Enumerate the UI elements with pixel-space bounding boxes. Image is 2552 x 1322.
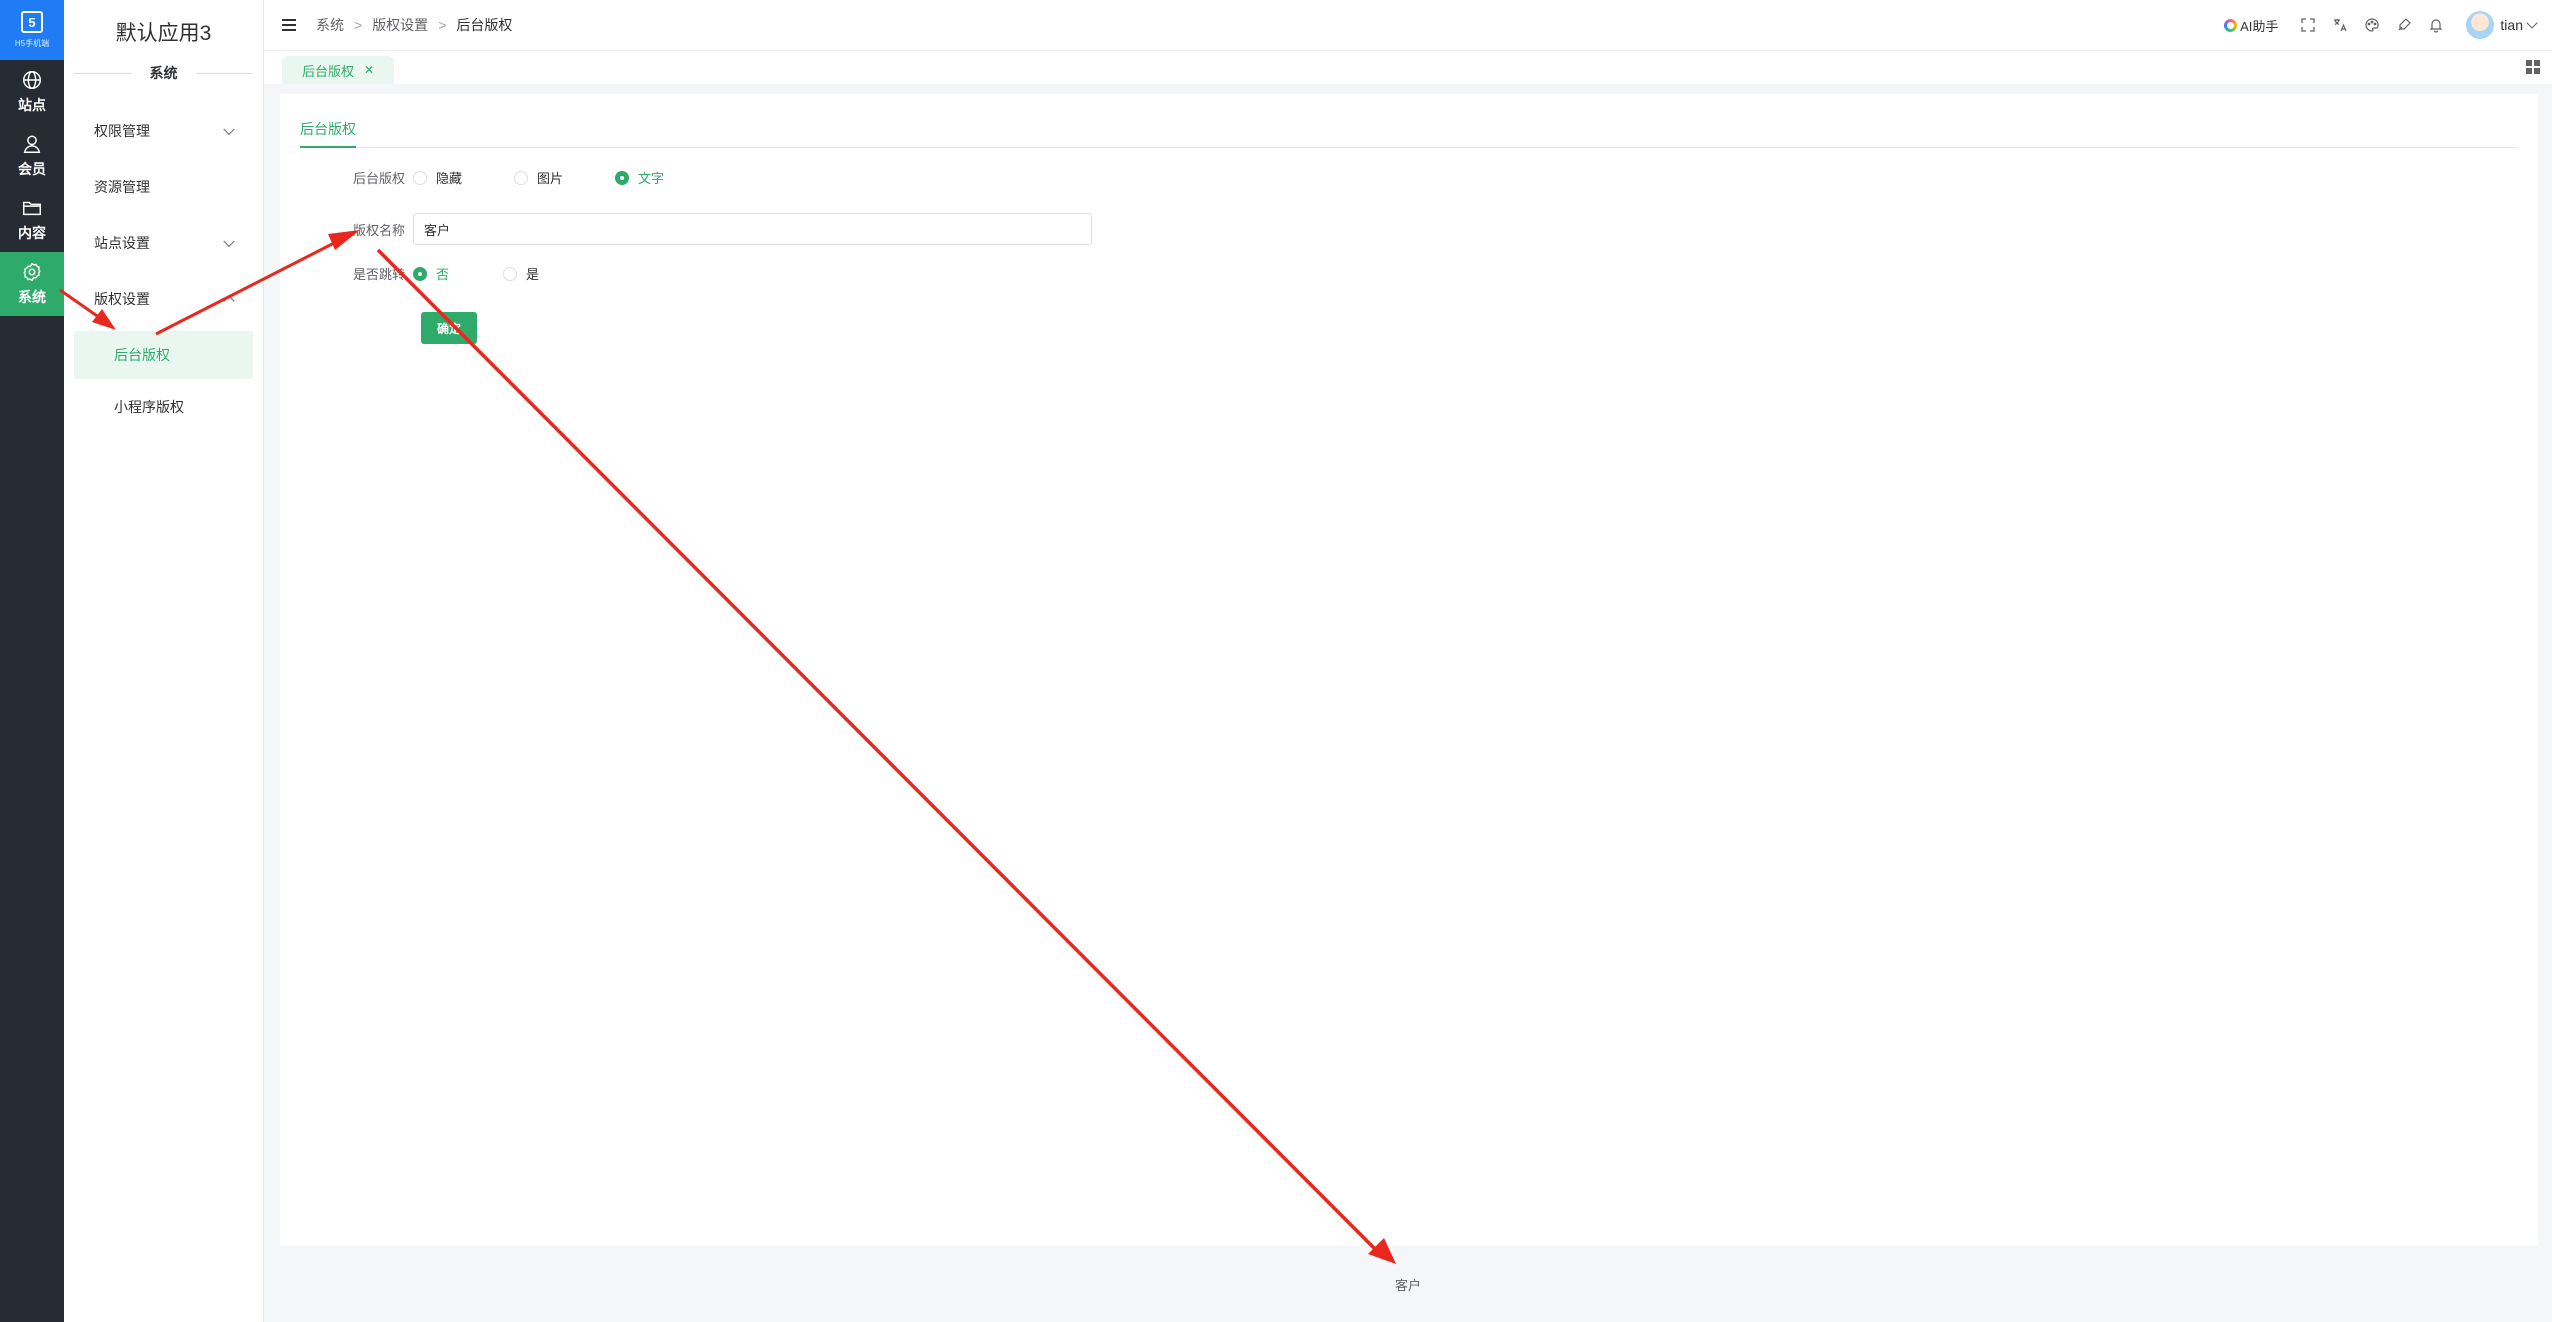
- sidebar-item-copyright-settings[interactable]: 版权设置: [64, 271, 263, 327]
- folder-icon: [23, 201, 41, 216]
- radio-circle: [413, 266, 427, 281]
- top-header: 系统 > 版权设置 > 后台版权 AI助手 tian: [264, 0, 2552, 50]
- radio-image[interactable]: 图片: [514, 168, 563, 187]
- sidebar-item-resources[interactable]: 资源管理: [64, 159, 263, 215]
- rail-item-member[interactable]: 会员: [0, 124, 64, 188]
- sidebar-menu: 权限管理 资源管理 站点设置 版权设置 后台版权 小程序版权: [64, 103, 263, 431]
- rail-label: 会员: [18, 161, 46, 177]
- sidebar-item-label: 权限管理: [94, 123, 150, 139]
- username: tian: [2500, 17, 2523, 33]
- breadcrumb: 系统 > 版权设置 > 后台版权: [316, 15, 512, 35]
- rail-label: 系统: [18, 289, 46, 305]
- content-tabs: 后台版权: [300, 114, 2518, 148]
- globe-icon: [23, 71, 41, 89]
- page-tabs-bar: 后台版权 ✕: [264, 50, 2552, 84]
- sidebar-item-label: 站点设置: [94, 235, 150, 251]
- radio-text[interactable]: 文字: [615, 168, 664, 187]
- sidebar-subitem-miniprogram-copyright[interactable]: 小程序版权: [74, 383, 253, 431]
- radio-circle: [413, 170, 427, 185]
- copyright-name-input[interactable]: [413, 213, 1092, 245]
- form-row-jump: 是否跳转 否 是: [280, 264, 591, 283]
- sidebar-item-label: 资源管理: [94, 179, 150, 195]
- radio-no[interactable]: 否: [413, 264, 449, 283]
- menu-toggle-icon[interactable]: [282, 19, 296, 31]
- app-title: 默认应用3: [115, 22, 212, 45]
- gear-icon: [23, 262, 41, 282]
- user-menu[interactable]: tian: [2500, 17, 2538, 33]
- breadcrumb-separator: >: [354, 17, 363, 33]
- copyright-name-label: 版权名称: [352, 222, 405, 238]
- confirm-button[interactable]: 确定: [421, 312, 478, 344]
- translate-icon[interactable]: [2332, 17, 2348, 33]
- section-heading-label: 系统: [149, 65, 178, 81]
- jump-label: 是否跳转: [352, 267, 405, 282]
- breadcrumb-separator: >: [438, 17, 447, 33]
- chevron-down-icon: [2526, 17, 2538, 29]
- radio-circle: [503, 266, 518, 281]
- ai-icon: [2224, 18, 2238, 32]
- tab-admin-copyright-inner[interactable]: 后台版权: [300, 114, 356, 148]
- radio-label: 否: [436, 267, 450, 282]
- tab-label: 后台版权: [302, 63, 355, 79]
- logo-caption: H5手机端: [14, 39, 50, 48]
- footer-copyright: 客户: [1394, 1277, 1421, 1293]
- radio-label: 文字: [638, 171, 665, 186]
- chevron-down-icon: [223, 123, 235, 136]
- tab-admin-copyright[interactable]: 后台版权 ✕: [282, 56, 395, 84]
- rail-label: 内容: [18, 225, 46, 241]
- sidebar: 默认应用3 系统 权限管理 资源管理 站点设置 版权设置 后台版权 小程序版权: [64, 0, 264, 1322]
- fullscreen-icon[interactable]: [2300, 17, 2316, 33]
- user-icon: [23, 135, 41, 153]
- sidebar-item-permissions[interactable]: 权限管理: [64, 103, 263, 159]
- ai-assistant-button[interactable]: AI助手: [2224, 16, 2278, 35]
- rail-item-content[interactable]: 内容: [0, 188, 64, 252]
- breadcrumb-item[interactable]: 系统: [316, 15, 344, 35]
- app-rail: 5 H5手机端 站点 会员 内容 系统: [0, 0, 64, 1322]
- clear-cache-icon[interactable]: [2396, 17, 2412, 33]
- sidebar-item-label: 版权设置: [94, 291, 150, 307]
- form-row-actions: 确定: [421, 312, 478, 344]
- sidebar-subitem-admin-copyright[interactable]: 后台版权: [74, 331, 253, 379]
- copyright-type-label: 后台版权: [352, 171, 405, 186]
- chevron-down-icon: [223, 235, 235, 248]
- radio-circle: [615, 170, 630, 185]
- main-content-card: 后台版权 后台版权 隐藏 图片 文字 版权名称 是否跳转 否 是 确定: [280, 94, 2538, 1246]
- radio-circle: [514, 170, 529, 185]
- radio-label: 隐藏: [436, 171, 463, 186]
- bell-icon[interactable]: [2428, 17, 2444, 33]
- radio-label: 图片: [537, 171, 564, 186]
- radio-label: 是: [526, 267, 540, 282]
- palette-icon[interactable]: [2364, 17, 2380, 33]
- form-row-copyright-name: 版权名称: [280, 213, 1092, 245]
- ai-assistant-label: AI助手: [2240, 18, 2279, 34]
- section-heading: 系统: [74, 63, 253, 83]
- breadcrumb-current: 后台版权: [456, 17, 513, 33]
- html5-icon: 5: [21, 11, 43, 33]
- sidebar-item-site-settings[interactable]: 站点设置: [64, 215, 263, 271]
- chevron-up-icon: [223, 295, 235, 307]
- rail-item-site[interactable]: 站点: [0, 60, 64, 124]
- grid-menu-icon[interactable]: [2526, 60, 2540, 74]
- close-icon[interactable]: ✕: [364, 63, 374, 77]
- radio-yes[interactable]: 是: [503, 264, 539, 283]
- header-toolbar: AI助手 tian: [2224, 0, 2538, 50]
- radio-hide[interactable]: 隐藏: [413, 168, 462, 187]
- breadcrumb-item[interactable]: 版权设置: [372, 15, 428, 35]
- app-logo[interactable]: 5 H5手机端: [0, 0, 64, 60]
- avatar[interactable]: [2466, 11, 2495, 39]
- rail-label: 站点: [18, 97, 46, 113]
- rail-item-system[interactable]: 系统: [0, 252, 64, 316]
- form-row-copyright-type: 后台版权 隐藏 图片 文字: [280, 168, 716, 187]
